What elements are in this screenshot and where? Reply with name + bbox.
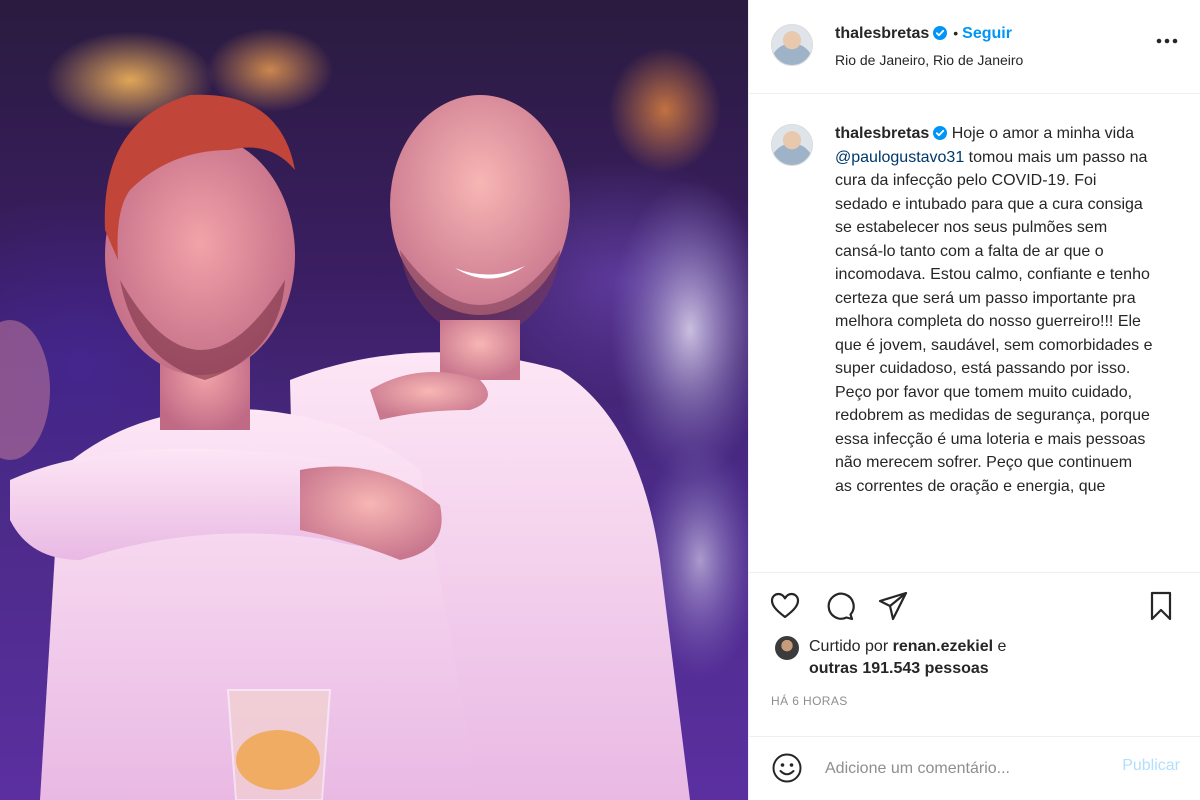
caption-section[interactable]: thalesbretas Hoje o amor a minha vida @p… [749, 94, 1200, 573]
paper-plane-icon[interactable] [877, 590, 909, 622]
follow-button[interactable]: Seguir [962, 25, 1012, 42]
more-options-icon[interactable] [1156, 38, 1178, 44]
liker-username[interactable]: renan.ezekiel [893, 638, 994, 655]
action-bar [749, 573, 1200, 633]
author-avatar[interactable] [771, 24, 813, 66]
instagram-post: thalesbretas • Seguir Rio de Janeiro, Rio … [0, 0, 1200, 800]
likes-summary: Curtido por renan.ezekiel e outras 191.5… [775, 636, 1006, 680]
smiley-icon[interactable] [771, 752, 803, 784]
post-location[interactable]: Rio de Janeiro, Rio de Janeiro [835, 52, 1023, 68]
publish-button[interactable]: Publicar [1122, 757, 1180, 775]
separator-dot: • [953, 25, 959, 41]
heart-icon[interactable] [769, 590, 801, 622]
comment-bar: Publicar [749, 736, 1200, 800]
caption-body-start: Hoje o amor a minha vida [951, 125, 1135, 142]
caption-body-rest: tomou mais um passo na cura da infecção … [835, 148, 1153, 495]
likes-text: Curtido por renan.ezekiel e outras 191.5… [809, 636, 1006, 680]
caption-username[interactable]: thalesbretas [835, 125, 929, 142]
author-name-line: thalesbretas • Seguir [835, 25, 1012, 43]
liker-avatar[interactable] [775, 636, 799, 660]
post-header: thalesbretas • Seguir Rio de Janeiro, Rio … [749, 0, 1200, 94]
caption-text: thalesbretas Hoje o amor a minha vida @p… [835, 122, 1153, 498]
post-side-panel: thalesbretas • Seguir Rio de Janeiro, Rio … [748, 0, 1200, 800]
verified-badge-icon [933, 126, 948, 140]
bookmark-icon[interactable] [1145, 590, 1177, 622]
caption-author-avatar[interactable] [771, 124, 813, 166]
comment-input[interactable] [823, 753, 1097, 785]
author-username[interactable]: thalesbretas [835, 25, 929, 42]
post-timestamp[interactable]: HÁ 6 HORAS [771, 694, 848, 708]
comment-icon[interactable] [823, 590, 855, 622]
likes-middle: e [993, 638, 1007, 655]
likes-others-link[interactable]: outras 191.543 pessoas [809, 660, 989, 677]
post-photo[interactable] [0, 0, 748, 800]
verified-badge-icon [933, 26, 948, 40]
likes-prefix: Curtido por [809, 638, 893, 655]
photo-illustration [0, 94, 748, 800]
caption-mention-link[interactable]: @paulogustavo31 [835, 149, 964, 166]
